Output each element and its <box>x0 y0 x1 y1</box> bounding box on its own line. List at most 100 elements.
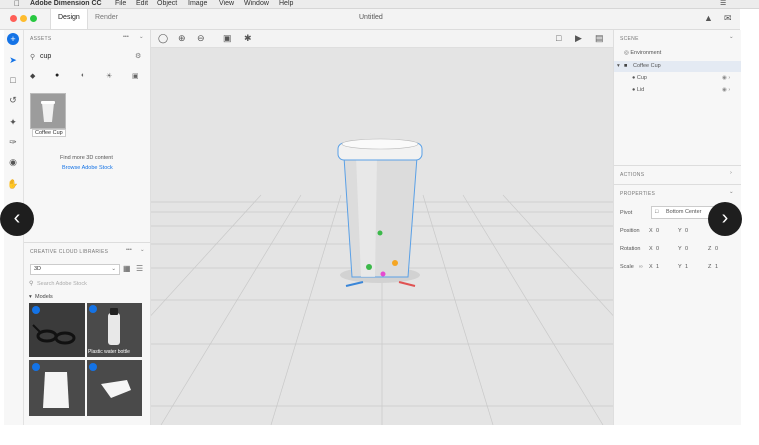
rotation-z-field[interactable]: 0 <box>715 246 718 252</box>
search-settings-icon[interactable]: ⚙ <box>135 52 141 60</box>
scene-item-lid[interactable]: ● Lid <box>632 87 644 93</box>
menu-help[interactable]: Help <box>279 0 293 8</box>
pouch-thumbnail[interactable] <box>29 360 85 416</box>
coffee-cup-thumbnail[interactable] <box>30 93 66 129</box>
scene-item-cup[interactable]: ● Cup <box>632 75 647 81</box>
camera-bookmark-icon[interactable]: ▶ <box>575 33 582 44</box>
scene-item-lid-label: Lid <box>636 87 645 93</box>
properties-collapse-icon[interactable]: ⌄ <box>729 189 734 195</box>
scene-item-coffee-cup-label: Coffee Cup <box>633 63 661 69</box>
rotation-x-axis: X <box>649 246 653 252</box>
magic-wand-tool-icon[interactable]: ✦ <box>7 116 19 128</box>
divider <box>24 242 150 243</box>
assets-panel: ASSETS ••• ⌄ ⚲ cup ⚙ ◆ ● ◐ ☀ ▣ Coffee Cu… <box>24 30 151 425</box>
zoom-in-icon[interactable]: ⊕ <box>178 33 186 44</box>
grid-view-icon[interactable]: ▦ <box>123 264 131 273</box>
rotation-y-field[interactable]: 0 <box>685 246 688 252</box>
scene-collapse-icon[interactable]: ⌄ <box>729 34 734 40</box>
models-section-label: Models <box>35 294 53 300</box>
assets-search-input[interactable]: cup <box>40 53 51 60</box>
add-icon[interactable]: + <box>7 33 19 45</box>
menu-window[interactable]: Window <box>244 0 269 8</box>
frame-icon[interactable]: ▣ <box>223 33 232 44</box>
select-tool-icon[interactable]: ➤ <box>7 54 19 66</box>
menu-edit[interactable]: Edit <box>136 0 148 8</box>
actions-expand-icon[interactable]: › <box>730 170 732 176</box>
chevron-down-icon: ⌄ <box>111 266 116 272</box>
scene-item-environment-label: Environment <box>630 50 662 56</box>
browse-stock-link[interactable]: Browse Adobe Stock <box>62 165 113 171</box>
carousel-prev-button[interactable]: ‹ <box>0 202 34 236</box>
pivot-select[interactable]: □ Bottom Center <box>651 206 715 219</box>
hand-tool-icon[interactable]: ✋ <box>7 178 19 190</box>
stock-search-icon: ⚲ <box>29 281 34 287</box>
panel-menu-icon[interactable]: ••• <box>123 34 129 40</box>
snap-icon[interactable]: ✱ <box>244 33 252 44</box>
scale-x-field[interactable]: 1 <box>656 264 659 270</box>
rotation-y-axis: Y <box>678 246 682 252</box>
library-select[interactable]: 3D ⌄ <box>30 264 120 275</box>
scale-z-field[interactable]: 1 <box>715 264 718 270</box>
rotation-x-field[interactable]: 0 <box>656 246 659 252</box>
rotate-tool-icon[interactable]: ↺ <box>7 94 19 106</box>
scene-item-environment[interactable]: ◎ Environment <box>624 50 661 56</box>
models-section-toggle[interactable]: ▾ <box>29 294 32 300</box>
scale-x-axis: X <box>649 264 653 270</box>
libraries-menu-icon[interactable]: ••• <box>126 247 132 253</box>
expand-icon[interactable]: ▾ <box>617 63 620 69</box>
environment-filter-icon[interactable]: ☀ <box>106 72 112 80</box>
render-preview-icon[interactable]: ▤ <box>595 33 604 44</box>
close-window-button[interactable] <box>10 15 17 22</box>
scene-header: SCENE <box>620 36 639 42</box>
menu-bar:  Adobe Dimension CC File Edit Object Im… <box>0 0 759 9</box>
move-tool-icon[interactable]: □ <box>7 74 19 86</box>
minimize-window-button[interactable] <box>20 15 27 22</box>
libraries-collapse-icon[interactable]: ⌄ <box>140 247 145 253</box>
eyedropper-tool-icon[interactable]: ✑ <box>7 136 19 148</box>
position-y-field[interactable]: 0 <box>685 228 688 234</box>
list-view-icon[interactable]: ☰ <box>136 264 143 273</box>
ground-grid <box>151 47 613 425</box>
folder-icon: ■ <box>624 63 628 69</box>
lid-visibility-icon[interactable]: ◉ › <box>722 87 730 93</box>
position-y-axis: Y <box>678 228 682 234</box>
zoom-window-button[interactable] <box>30 15 37 22</box>
zoom-out-icon[interactable]: ⊖ <box>197 33 205 44</box>
camera-tool-icon[interactable]: ◉ <box>7 156 19 168</box>
position-x-field[interactable]: 0 <box>656 228 659 234</box>
coffee-cup-label: Coffee Cup <box>32 129 66 137</box>
canvas-size-icon[interactable]: □ <box>556 33 561 43</box>
app-menu[interactable]: Adobe Dimension CC <box>30 0 102 8</box>
learn-icon[interactable]: ▲ <box>704 13 713 23</box>
lights-filter-icon[interactable]: ◐ <box>81 72 85 79</box>
library-select-value: 3D <box>34 266 42 272</box>
apple-icon[interactable]:  <box>14 0 20 8</box>
materials-filter-icon[interactable]: ● <box>55 72 59 79</box>
scale-y-field[interactable]: 1 <box>685 264 688 270</box>
canvas-viewport[interactable]: ◯ ⊕ ⊖ ▣ ✱ □ ▶ ▤ <box>151 30 613 425</box>
menu-file[interactable]: File <box>115 0 126 8</box>
scene-item-cup-label: Cup <box>636 75 647 81</box>
cup-visibility-icon[interactable]: ◉ › <box>722 75 730 81</box>
collapse-icon[interactable]: ⌄ <box>139 34 144 40</box>
link-icon[interactable]: ∞ <box>639 264 643 270</box>
carousel-next-button[interactable]: › <box>708 202 742 236</box>
scene-item-coffee-cup[interactable]: ▾ ■ Coffee Cup <box>614 61 741 72</box>
menu-image[interactable]: Image <box>188 0 207 8</box>
control-center-icon[interactable]: ☰ <box>720 0 726 8</box>
feedback-icon[interactable]: ✉ <box>724 13 732 24</box>
stock-search-input[interactable]: Search Adobe Stock <box>37 281 87 287</box>
assets-header: ASSETS <box>30 36 52 42</box>
models-filter-icon[interactable]: ◆ <box>30 72 35 80</box>
glasses-thumbnail[interactable] <box>29 303 85 357</box>
bowl-thumbnail[interactable] <box>87 360 142 416</box>
water-bottle-thumbnail[interactable]: Plastic water bottle <box>87 303 142 357</box>
tab-design[interactable]: Design <box>58 14 80 21</box>
tab-render[interactable]: Render <box>95 14 118 21</box>
pivot-label: Pivot <box>620 210 633 216</box>
orbit-icon[interactable]: ◯ <box>158 33 168 44</box>
menu-view[interactable]: View <box>219 0 234 8</box>
pivot-icon: □ <box>655 209 659 215</box>
images-filter-icon[interactable]: ▣ <box>132 72 139 80</box>
menu-object[interactable]: Object <box>157 0 177 8</box>
